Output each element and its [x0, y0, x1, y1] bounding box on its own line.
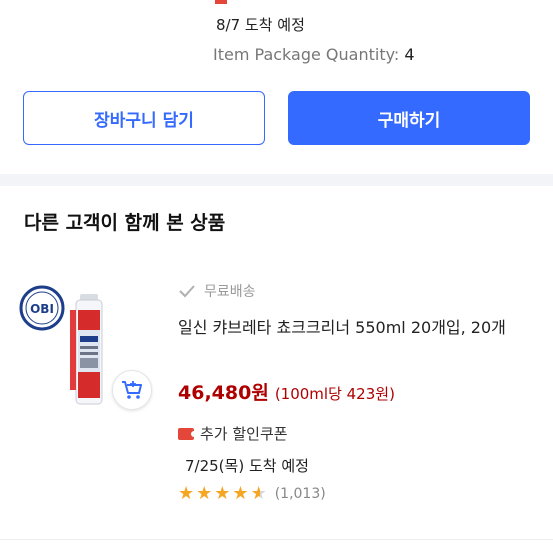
review-count: (1,013): [274, 486, 326, 502]
free-shipping: 무료배송: [178, 281, 256, 301]
coupon-badge: 추가 할인쿠폰: [178, 423, 288, 444]
coupon-icon: [178, 427, 197, 440]
check-icon: [179, 285, 195, 298]
flag-icon: [215, 0, 227, 4]
product-title[interactable]: 일신 캬브레타 쵸크크리너 550ml 20개입, 20개: [178, 315, 540, 340]
buy-now-button[interactable]: 구매하기: [288, 91, 530, 145]
add-to-cart-button[interactable]: 장바구니 담기: [23, 91, 265, 145]
bottom-divider: [0, 539, 553, 540]
section-divider: [0, 174, 553, 186]
star-icon: ★: [214, 483, 231, 504]
free-shipping-label: 무료배송: [204, 284, 256, 300]
prev-info-cutoff: [215, 0, 238, 7]
star-icon: ★: [232, 483, 249, 504]
star-icon: ★: [196, 483, 213, 504]
star-icon: ★: [178, 483, 195, 504]
package-quantity-label: Item Package Quantity:: [213, 45, 400, 64]
product-price: 46,480원: [178, 382, 269, 404]
half-star-icon: ★: [250, 483, 267, 504]
coupon-label: 추가 할인쿠폰: [200, 425, 288, 443]
rating: ★ ★ ★ ★ ★ (1,013): [178, 485, 326, 503]
section-title: 다른 고객이 함께 본 상품: [24, 212, 226, 234]
add-to-cart-icon-button[interactable]: [112, 370, 152, 410]
package-quantity: Item Package Quantity: 4: [213, 45, 415, 64]
arrival-date: 8/7 도착 예정: [216, 16, 305, 34]
unit-price: (100ml당 423원): [274, 385, 395, 403]
svg-text:OBI: OBI: [30, 302, 54, 316]
cart-plus-icon: [122, 381, 142, 399]
package-quantity-value: 4: [404, 45, 415, 64]
price-row: 46,480원 (100ml당 423원): [178, 378, 395, 405]
product-arrival-date: 7/25(목) 도착 예정: [185, 457, 309, 475]
